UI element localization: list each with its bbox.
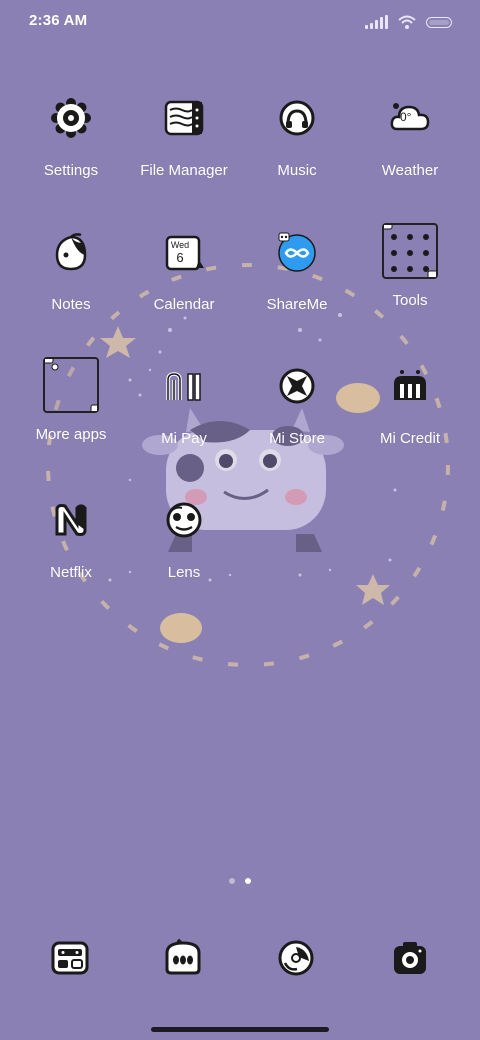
mi-store-icon	[273, 362, 321, 410]
app-label: Netflix	[50, 564, 92, 581]
app-mi-pay[interactable]: Mi Pay	[124, 362, 244, 472]
app-label: Music	[277, 162, 317, 179]
app-music[interactable]: Music	[237, 94, 357, 204]
dock-camera[interactable]	[386, 934, 434, 982]
browser-icon	[278, 940, 314, 976]
dock-messages[interactable]	[159, 934, 207, 982]
netflix-icon	[47, 496, 95, 544]
notes-icon	[47, 228, 95, 276]
status-time: 2:36 AM	[29, 12, 88, 29]
shareme-icon	[273, 228, 321, 276]
app-netflix[interactable]: Netflix	[11, 496, 131, 606]
home-indicator[interactable]	[151, 1027, 329, 1032]
app-label: Tools	[392, 292, 428, 309]
app-file-manager[interactable]: File Manager	[124, 94, 244, 204]
app-lens[interactable]: Lens	[124, 496, 244, 606]
battery-icon	[426, 16, 452, 28]
weather-icon: 0°	[386, 94, 434, 142]
folder-icon	[160, 94, 208, 142]
app-label: Notes	[51, 296, 91, 313]
status-bar: 2:36 AM	[0, 0, 480, 44]
app-label: More apps	[35, 426, 107, 443]
app-mi-credit[interactable]: Mi Credit	[350, 362, 470, 472]
app-label: Calendar	[153, 296, 215, 313]
signal-icon	[365, 15, 388, 29]
app-label: ShareMe	[266, 296, 328, 313]
app-settings[interactable]: Settings	[11, 94, 131, 204]
app-calendar[interactable]: Wed 6 Calendar	[124, 228, 244, 338]
phone-icon	[51, 941, 89, 975]
app-shareme[interactable]: ShareMe	[237, 228, 357, 338]
more-apps-folder-icon	[42, 356, 100, 414]
music-icon	[273, 94, 321, 142]
weather-temp: 0°	[400, 110, 412, 124]
page-dot-1[interactable]	[229, 878, 235, 884]
app-label: Mi Store	[269, 430, 325, 447]
calendar-icon: Wed 6	[160, 228, 208, 276]
lens-icon	[160, 496, 208, 544]
dock-browser[interactable]	[272, 934, 320, 982]
status-icons	[365, 12, 452, 32]
messages-icon	[165, 939, 201, 975]
app-label: Weather	[381, 162, 439, 179]
app-label: File Manager	[140, 162, 228, 179]
page-indicator[interactable]	[0, 878, 480, 888]
dock-phone[interactable]	[46, 934, 94, 982]
app-weather[interactable]: 0° Weather	[350, 94, 470, 204]
calendar-day: Wed	[170, 240, 190, 250]
app-notes[interactable]: Notes	[11, 228, 131, 338]
tools-folder-icon	[381, 222, 439, 280]
page-dot-2[interactable]	[245, 878, 251, 884]
app-label: Settings	[43, 162, 99, 179]
app-label: Lens	[167, 564, 201, 581]
camera-icon	[394, 942, 426, 974]
app-label: Mi Pay	[161, 430, 207, 447]
app-more-apps-folder[interactable]: More apps	[11, 356, 131, 466]
app-mi-store[interactable]: Mi Store	[237, 362, 357, 472]
app-tools-folder[interactable]: Tools	[350, 222, 470, 332]
gear-icon	[47, 94, 95, 142]
mi-credit-icon	[386, 362, 434, 410]
calendar-date: 6	[176, 250, 184, 265]
mi-pay-icon	[160, 362, 208, 410]
wifi-icon	[398, 15, 416, 29]
app-label: Mi Credit	[379, 430, 440, 447]
